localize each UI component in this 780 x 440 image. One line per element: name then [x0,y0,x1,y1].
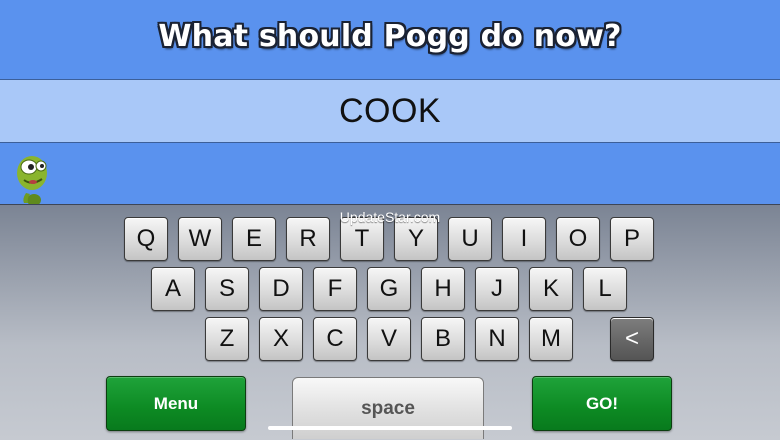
key-x[interactable]: X [259,317,303,361]
key-s[interactable]: S [205,267,249,311]
key-n[interactable]: N [475,317,519,361]
backspace-key[interactable]: < [610,317,654,361]
key-m[interactable]: M [529,317,573,361]
character-stage [0,143,780,205]
key-o[interactable]: O [556,217,600,261]
key-q[interactable]: Q [124,217,168,261]
key-r[interactable]: R [286,217,330,261]
word-display: COOK [0,79,780,143]
key-a[interactable]: A [151,267,195,311]
key-t[interactable]: T [340,217,384,261]
pogg-character [17,156,47,205]
key-u[interactable]: U [448,217,492,261]
key-k[interactable]: K [529,267,573,311]
go-button[interactable]: GO! [532,376,672,431]
title: What should Pogg do now? [158,19,622,54]
key-f[interactable]: F [313,267,357,311]
menu-button[interactable]: Menu [106,376,246,431]
key-l[interactable]: L [583,267,627,311]
title-bar: What should Pogg do now? [0,0,780,79]
key-p[interactable]: P [610,217,654,261]
current-word: COOK [338,91,442,130]
key-d[interactable]: D [259,267,303,311]
key-w[interactable]: W [178,217,222,261]
key-z[interactable]: Z [205,317,249,361]
key-c[interactable]: C [313,317,357,361]
key-h[interactable]: H [421,267,465,311]
key-y[interactable]: Y [394,217,438,261]
key-i[interactable]: I [502,217,546,261]
home-indicator [268,426,512,430]
key-j[interactable]: J [475,267,519,311]
key-g[interactable]: G [367,267,411,311]
key-e[interactable]: E [232,217,276,261]
key-v[interactable]: V [367,317,411,361]
key-b[interactable]: B [421,317,465,361]
